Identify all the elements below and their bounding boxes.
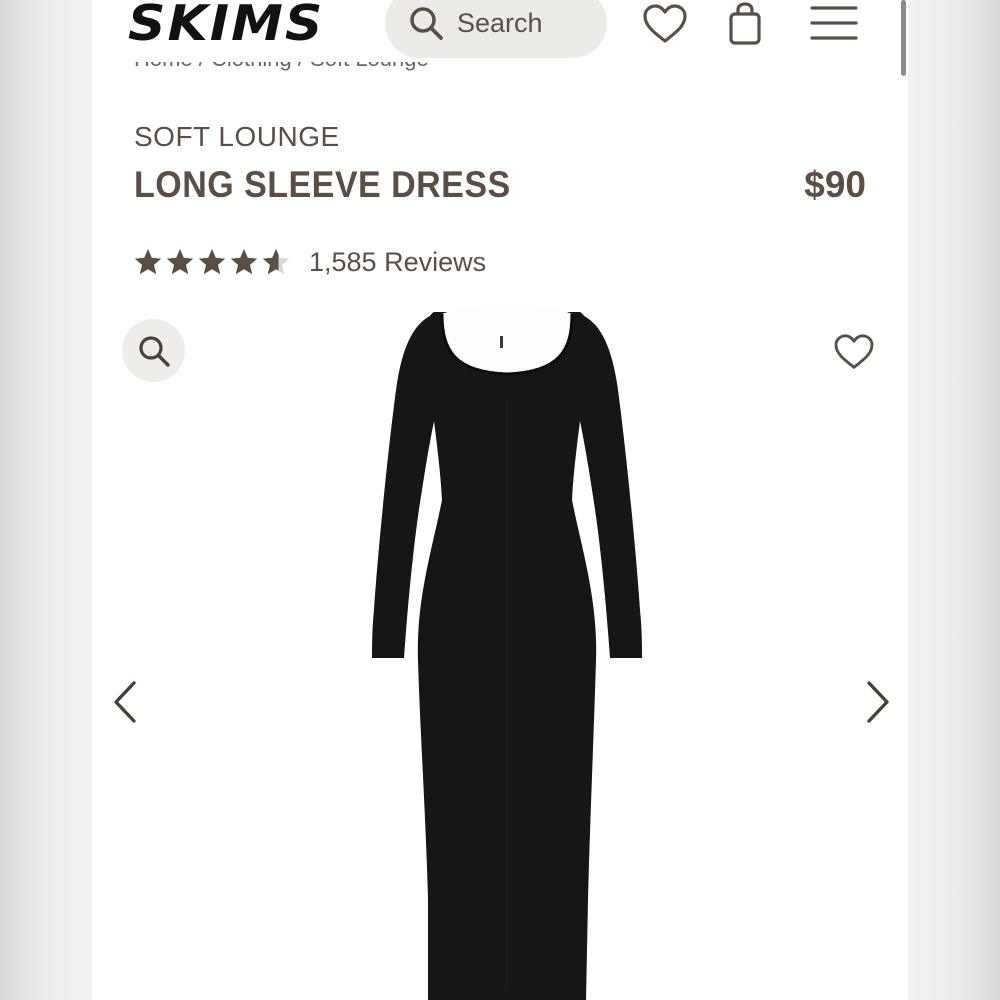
scrollbar[interactable]: [901, 0, 906, 76]
chevron-right-icon[interactable]: [863, 680, 893, 724]
menu-icon[interactable]: [810, 5, 858, 41]
search-input[interactable]: [457, 2, 597, 44]
search-bar[interactable]: [385, 0, 607, 58]
rating[interactable]: 1,585 Reviews: [133, 245, 486, 279]
star-rating: [133, 247, 293, 277]
collection-label[interactable]: SOFT LOUNGE: [134, 121, 340, 153]
star-icon: [166, 248, 194, 275]
product-title: LONG SLEEVE DRESS: [134, 164, 511, 205]
chevron-left-icon[interactable]: [110, 680, 140, 724]
zoom-button[interactable]: [122, 319, 185, 382]
product-page: SKIMS Home / Clothing / Soft Lounge SOFT…: [92, 0, 908, 1000]
star-icon: [198, 248, 226, 275]
star-icon: [230, 248, 258, 275]
star-icon: [134, 248, 162, 275]
review-count[interactable]: 1,585 Reviews: [309, 247, 486, 278]
shopping-bag-icon[interactable]: [727, 2, 763, 46]
breadcrumb-text[interactable]: Home / Clothing / Soft Lounge: [134, 62, 429, 72]
heart-icon[interactable]: [642, 4, 688, 44]
breadcrumb[interactable]: Home / Clothing / Soft Lounge: [134, 62, 634, 88]
search-icon: [410, 7, 443, 40]
product-price: $90: [804, 164, 866, 205]
product-image[interactable]: [362, 300, 652, 1000]
half-star-icon: [262, 248, 290, 275]
zoom-icon: [139, 336, 170, 367]
logo[interactable]: SKIMS: [128, 0, 324, 53]
heart-icon[interactable]: [833, 334, 875, 370]
